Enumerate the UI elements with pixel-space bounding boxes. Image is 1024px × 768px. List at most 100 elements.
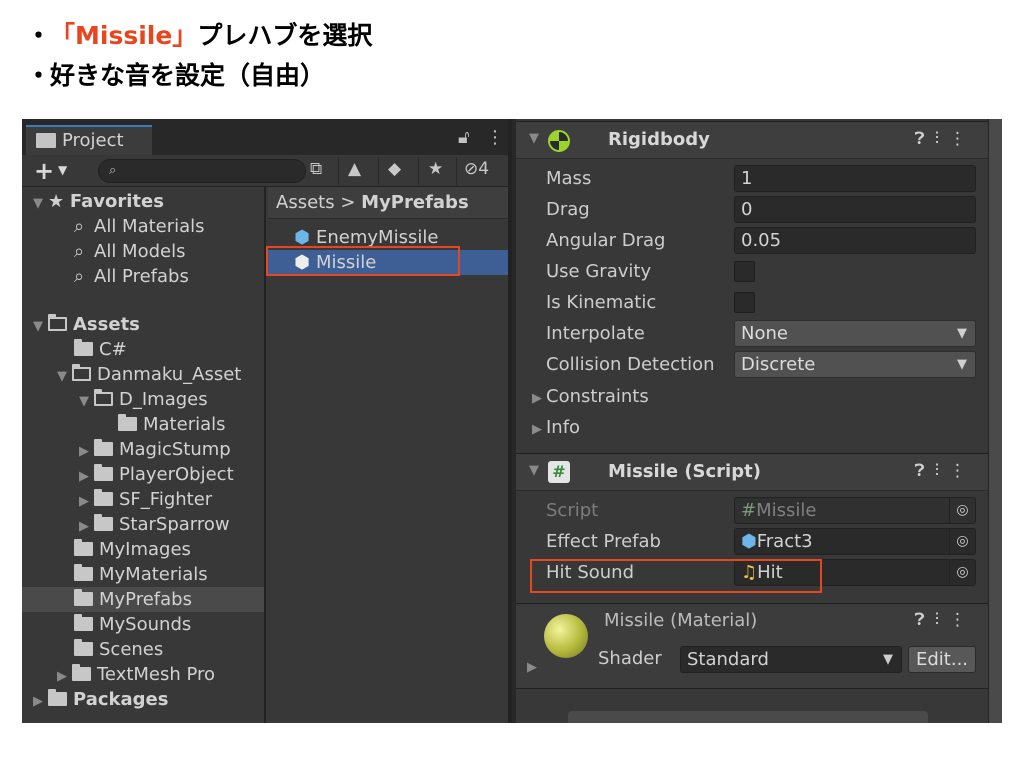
folder-label: StarSparrow: [119, 514, 230, 535]
create-button[interactable]: +: [34, 157, 54, 185]
property-label: Use Gravity: [546, 261, 652, 282]
material-preview-sphere: [544, 614, 588, 658]
chevron-down-icon[interactable]: ▼: [58, 163, 67, 177]
tree-folder[interactable]: Scenes: [74, 637, 163, 662]
foldout-label: Constraints: [546, 386, 649, 407]
expand-arrow-icon[interactable]: ▶: [74, 439, 94, 464]
component-tools: ❓︎⫶⋮: [915, 129, 976, 149]
folder-label: MySounds: [99, 614, 192, 635]
help-icon[interactable]: ❓︎: [915, 461, 935, 481]
help-icon[interactable]: ❓︎: [915, 610, 935, 630]
tree-folder[interactable]: MyMaterials: [74, 562, 208, 587]
script-header[interactable]: ▼ # Missile (Script) ❓︎⫶⋮: [516, 453, 988, 491]
tree-folder[interactable]: ▶ TextMesh Pro: [52, 662, 215, 687]
breadcrumb-current[interactable]: MyPrefabs: [361, 192, 469, 213]
effect-prefab-field[interactable]: ⬢Fract3 ◎: [734, 528, 976, 555]
shader-dropdown[interactable]: Standard ▼: [680, 646, 902, 673]
tree-folder[interactable]: C#: [74, 337, 127, 362]
lock-icon[interactable]: 🔓︎: [458, 127, 470, 148]
expand-arrow-icon[interactable]: ▶: [74, 464, 94, 489]
expand-arrow-icon[interactable]: ▶: [52, 664, 72, 689]
star-icon[interactable]: ★: [428, 159, 443, 179]
expand-arrow-icon[interactable]: ▶: [522, 660, 542, 675]
edit-shader-button[interactable]: Edit...: [908, 646, 976, 673]
hidden-eye-icon[interactable]: ⊘4: [464, 159, 489, 179]
divider: [338, 157, 339, 185]
add-component-button[interactable]: [568, 711, 928, 723]
tree-folder[interactable]: MyImages: [74, 537, 191, 562]
folder-icon: [118, 414, 137, 431]
collision-detection-dropdown[interactable]: Discrete ▼: [734, 351, 976, 378]
object-picker-icon[interactable]: ◎: [949, 560, 975, 585]
mass-field[interactable]: 1: [734, 165, 976, 192]
folder-label: MyPrefabs: [99, 589, 192, 610]
tree-folder[interactable]: ▶ SF_Fighter: [74, 487, 212, 512]
foldout-label: Info: [546, 417, 581, 438]
search-input[interactable]: ⌕: [98, 159, 306, 183]
help-icon[interactable]: ❓︎: [915, 129, 935, 149]
expand-arrow-icon[interactable]: ▶: [74, 489, 94, 514]
search-by-type-icon[interactable]: ⧉: [310, 159, 322, 179]
folder-icon: [74, 564, 93, 581]
filter-by-type-icon[interactable]: ▲: [348, 159, 361, 179]
inspector-scrollbar[interactable]: [988, 119, 1002, 723]
expand-arrow-icon[interactable]: ▶: [74, 514, 94, 539]
folder-label: TextMesh Pro: [97, 664, 216, 685]
expand-arrow-icon[interactable]: ▼: [74, 389, 94, 414]
drag-field[interactable]: 0: [734, 196, 976, 223]
tree-folder[interactable]: ▼ Danmaku_Asset: [52, 362, 241, 387]
rigidbody-icon: [548, 130, 570, 152]
star-icon: ★: [48, 191, 65, 212]
info-foldout[interactable]: ▶ Info: [528, 414, 580, 442]
favorite-label: All Models: [94, 241, 186, 262]
interpolate-dropdown[interactable]: None ▼: [734, 320, 976, 347]
chevron-down-icon: ▼: [957, 326, 967, 341]
property-label: Is Kinematic: [546, 292, 657, 313]
tag-icon[interactable]: ◆: [388, 159, 401, 179]
expand-arrow-icon[interactable]: ▶: [28, 689, 48, 714]
tree-favorites[interactable]: ▼ ★ Favorites: [28, 189, 164, 214]
object-picker-icon[interactable]: ◎: [949, 529, 975, 554]
fold-arrow-icon[interactable]: ▼: [524, 131, 544, 146]
tree-folder[interactable]: ▶ MagicStump: [74, 437, 231, 462]
expand-arrow-icon[interactable]: ▼: [52, 364, 72, 389]
presets-icon[interactable]: ⫶: [935, 610, 949, 630]
tree-assets[interactable]: ▼ Assets: [28, 312, 140, 337]
presets-icon[interactable]: ⫶: [935, 461, 949, 481]
favorite-item[interactable]: ⌕ All Materials: [74, 214, 205, 239]
kebab-menu-icon[interactable]: ⋮: [949, 610, 976, 630]
is-kinematic-checkbox[interactable]: [734, 292, 755, 313]
expand-arrow-icon[interactable]: ▼: [28, 191, 48, 216]
folder-label: MagicStump: [119, 439, 231, 460]
tree-packages[interactable]: ▶ Packages: [28, 687, 168, 712]
folder-label: MyImages: [99, 539, 191, 560]
tree-folder[interactable]: ▼ D_Images: [74, 387, 208, 412]
tree-folder[interactable]: ▶ PlayerObject: [74, 462, 234, 487]
folder-icon: [74, 539, 93, 556]
kebab-menu-icon[interactable]: ⋮: [486, 127, 504, 148]
folder-icon: [72, 664, 91, 681]
folder-label: SF_Fighter: [119, 489, 213, 510]
kebab-menu-icon[interactable]: ⋮: [949, 461, 976, 481]
fold-arrow-icon[interactable]: ▼: [524, 463, 544, 478]
constraints-foldout[interactable]: ▶ Constraints: [528, 383, 649, 411]
kebab-menu-icon[interactable]: ⋮: [949, 129, 976, 149]
rigidbody-header[interactable]: ▼ Rigidbody ❓︎⫶⋮: [516, 121, 988, 159]
tree-folder[interactable]: MySounds: [74, 612, 191, 637]
tree-folder-selected[interactable]: MyPrefabs: [22, 587, 264, 612]
tree-folder[interactable]: Materials: [118, 412, 226, 437]
presets-icon[interactable]: ⫶: [935, 129, 949, 149]
tree-folder[interactable]: ▶ StarSparrow: [74, 512, 230, 537]
favorite-item[interactable]: ⌕ All Prefabs: [74, 264, 189, 289]
favorites-label: Favorites: [69, 191, 164, 212]
angular-drag-field[interactable]: 0.05: [734, 227, 976, 254]
breadcrumb-root[interactable]: Assets: [276, 192, 335, 213]
use-gravity-checkbox[interactable]: [734, 261, 755, 282]
folder-icon: [74, 639, 93, 656]
favorite-item[interactable]: ⌕ All Models: [74, 239, 185, 264]
tab-project[interactable]: Project: [26, 125, 152, 155]
highlight-box: [530, 559, 822, 593]
assets-label: Assets: [73, 314, 140, 335]
expand-arrow-icon[interactable]: ▼: [28, 314, 48, 339]
folder-icon: [48, 689, 67, 706]
